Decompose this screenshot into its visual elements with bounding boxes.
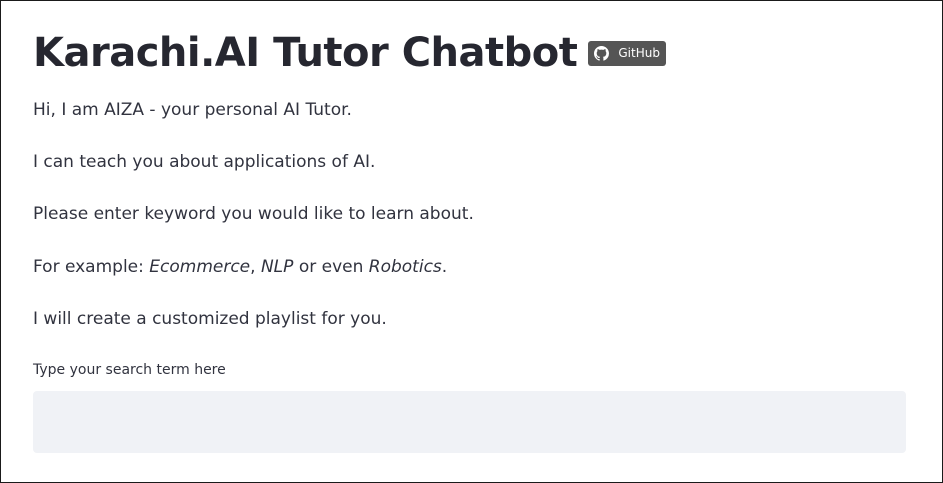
examples-separator-1: , [250,257,261,277]
example-nlp: NLP [260,257,294,277]
github-icon [588,40,615,66]
intro-line-greeting: Hi, I am AIZA - your personal AI Tutor. [33,100,352,120]
intro-line-examples: For example: Ecommerce, NLP or even Robo… [33,255,447,279]
search-input-label: Type your search term here [33,362,226,378]
page-title: Karachi.AI Tutor Chatbot [33,30,578,76]
github-badge-label: GitHub [614,40,666,66]
search-input[interactable] [33,391,906,453]
examples-prefix: For example: [33,257,150,277]
examples-separator-2: or even [293,257,369,277]
main-content: Karachi.AI Tutor Chatbot GitHub Hi, I am… [33,27,907,453]
header: Karachi.AI Tutor Chatbot GitHub [33,27,907,79]
intro-line-teach: I can teach you about applications of AI… [33,152,376,172]
github-badge-link[interactable]: GitHub [588,40,666,66]
example-ecommerce: Ecommerce [149,257,251,277]
intro-line-prompt: Please enter keyword you would like to l… [33,204,474,224]
example-robotics: Robotics [368,257,442,277]
intro-line-playlist: I will create a customized playlist for … [33,309,387,329]
app-window: Karachi.AI Tutor Chatbot GitHub Hi, I am… [0,0,943,483]
examples-suffix: . [441,257,448,277]
